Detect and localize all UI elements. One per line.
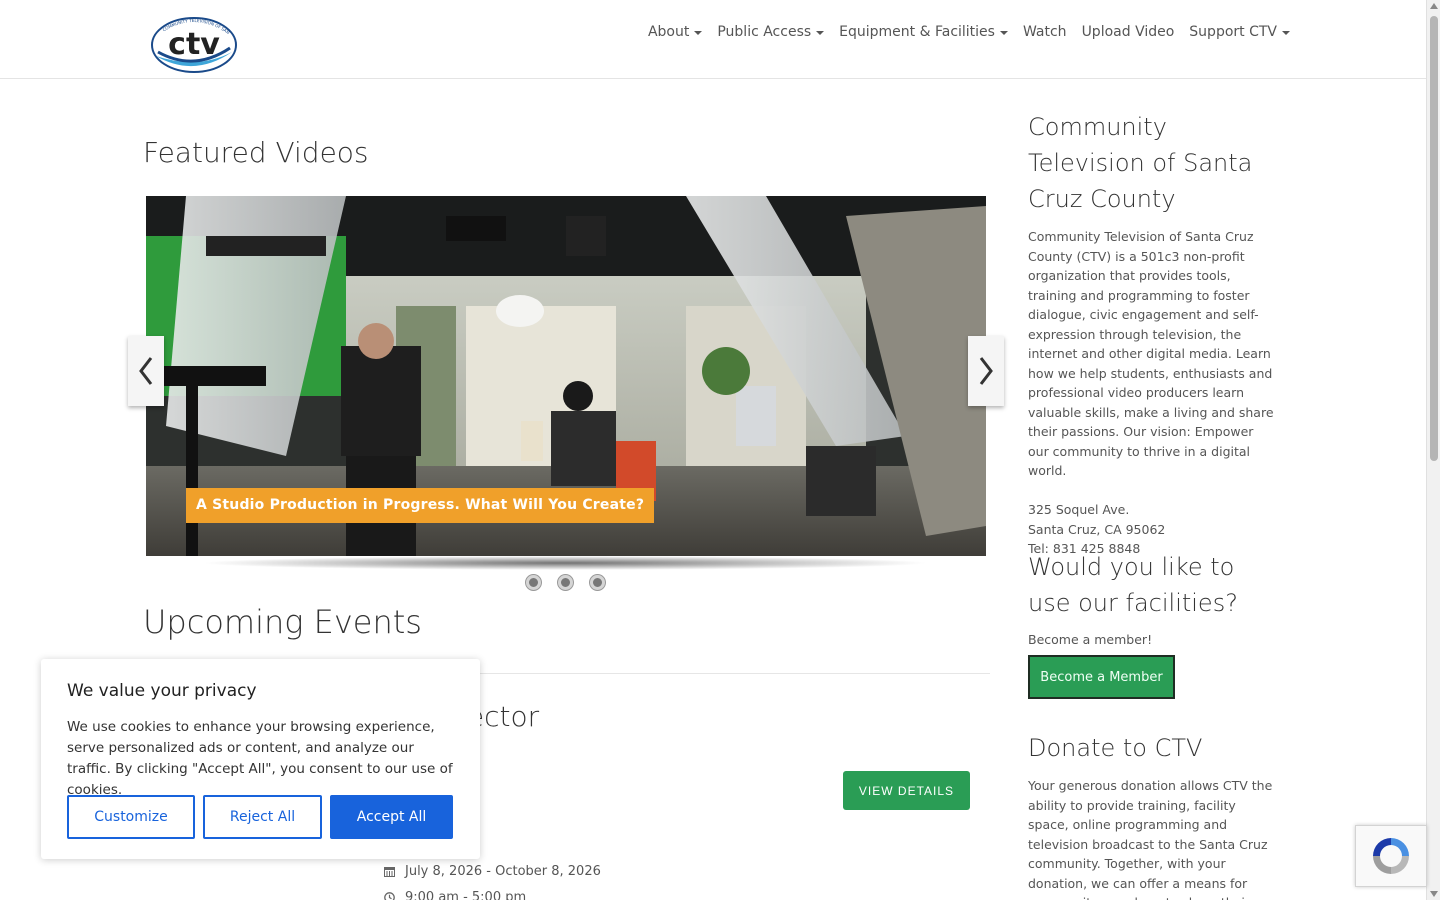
nav-about[interactable]: About bbox=[647, 24, 703, 40]
customize-button[interactable]: Customize bbox=[67, 795, 195, 839]
donate-widget: Donate to CTV Your generous donation all… bbox=[1028, 730, 1278, 900]
accept-all-button[interactable]: Accept All bbox=[330, 795, 453, 839]
address-line-2: Santa Cruz, CA 95062 bbox=[1028, 521, 1166, 537]
carousel-next-button[interactable] bbox=[968, 336, 1004, 406]
svg-text:ctv: ctv bbox=[168, 27, 220, 62]
chevron-left-icon bbox=[139, 357, 153, 385]
recaptcha-icon bbox=[1373, 838, 1409, 874]
recaptcha-badge[interactable] bbox=[1355, 825, 1427, 887]
site-header: ctv COMMUNITY TELEVISION OF SANTA CRUZ C… bbox=[0, 0, 1426, 79]
become-member-button[interactable]: Become a Member bbox=[1028, 655, 1175, 699]
about-widget: Community Television of Santa Cruz Count… bbox=[1028, 109, 1278, 559]
nav-support-label: Support CTV bbox=[1189, 24, 1277, 40]
caret-down-icon bbox=[1282, 31, 1290, 35]
cookie-consent-banner: We value your privacy We use cookies to … bbox=[41, 659, 480, 859]
nav-upload-label: Upload Video bbox=[1081, 24, 1175, 40]
clock-icon bbox=[384, 892, 395, 900]
carousel-dot-3[interactable] bbox=[590, 575, 605, 590]
nav-equipment-facilities[interactable]: Equipment & Facilities bbox=[839, 24, 1008, 40]
address-line-1: 325 Soquel Ave. bbox=[1028, 502, 1130, 517]
event-date: July 8, 2026 - October 8, 2026 bbox=[405, 864, 601, 879]
cookie-title: We value your privacy bbox=[67, 681, 257, 701]
view-details-button[interactable]: View Details bbox=[843, 771, 970, 810]
event-date-row: July 8, 2026 - October 8, 2026 bbox=[384, 864, 601, 879]
nav-upload-video[interactable]: Upload Video bbox=[1082, 24, 1175, 40]
nav-watch[interactable]: Watch bbox=[1023, 24, 1067, 40]
slide-caption[interactable]: A Studio Production in Progress. What Wi… bbox=[186, 488, 655, 523]
calendar-icon bbox=[384, 867, 395, 877]
donate-text: Your generous donation allows CTV the ab… bbox=[1028, 778, 1273, 900]
donate-title: Donate to CTV bbox=[1028, 734, 1203, 762]
page-scrollbar[interactable] bbox=[1426, 0, 1440, 900]
facilities-title: Would you like to use our facilities? bbox=[1028, 553, 1238, 617]
nav-public-access[interactable]: Public Access bbox=[717, 24, 825, 40]
scrollbar-thumb[interactable] bbox=[1430, 16, 1438, 461]
caret-down-icon bbox=[694, 31, 703, 35]
main-nav: About Public Access Equipment & Faciliti… bbox=[648, 24, 1290, 40]
reject-all-button[interactable]: Reject All bbox=[203, 795, 322, 839]
ctv-logo[interactable]: ctv COMMUNITY TELEVISION OF SANTA CRUZ C… bbox=[148, 12, 240, 74]
nav-support-ctv[interactable]: Support CTV bbox=[1189, 24, 1290, 40]
event-time-row: 9:00 am - 5:00 pm bbox=[384, 890, 526, 900]
nav-watch-label: Watch bbox=[1022, 24, 1067, 40]
carousel-dot-2[interactable] bbox=[558, 575, 573, 590]
nav-public-access-label: Public Access bbox=[717, 24, 812, 40]
about-title: Community Television of Santa Cruz Count… bbox=[1028, 113, 1253, 213]
scroll-down-arrow-icon[interactable] bbox=[1430, 891, 1438, 897]
upcoming-events-heading: Upcoming Events bbox=[143, 603, 422, 641]
featured-videos-heading: Featured Videos bbox=[143, 136, 369, 169]
carousel-shadow bbox=[200, 556, 930, 570]
facilities-widget: Would you like to use our facilities? Be… bbox=[1028, 549, 1278, 650]
facilities-text: Become a member! bbox=[1028, 632, 1153, 647]
nav-equipment-label: Equipment & Facilities bbox=[839, 24, 995, 40]
about-text: Community Television of Santa Cruz Count… bbox=[1028, 229, 1274, 478]
chevron-right-icon bbox=[979, 357, 993, 385]
event-time: 9:00 am - 5:00 pm bbox=[405, 890, 527, 900]
caret-down-icon bbox=[999, 31, 1008, 35]
carousel-indicators bbox=[526, 575, 605, 590]
cookie-text: We use cookies to enhance your browsing … bbox=[67, 719, 453, 798]
scroll-up-arrow-icon[interactable] bbox=[1430, 3, 1438, 9]
nav-about-label: About bbox=[647, 24, 690, 40]
carousel-prev-button[interactable] bbox=[128, 336, 164, 406]
caret-down-icon bbox=[816, 31, 825, 35]
carousel-dot-1[interactable] bbox=[526, 575, 541, 590]
